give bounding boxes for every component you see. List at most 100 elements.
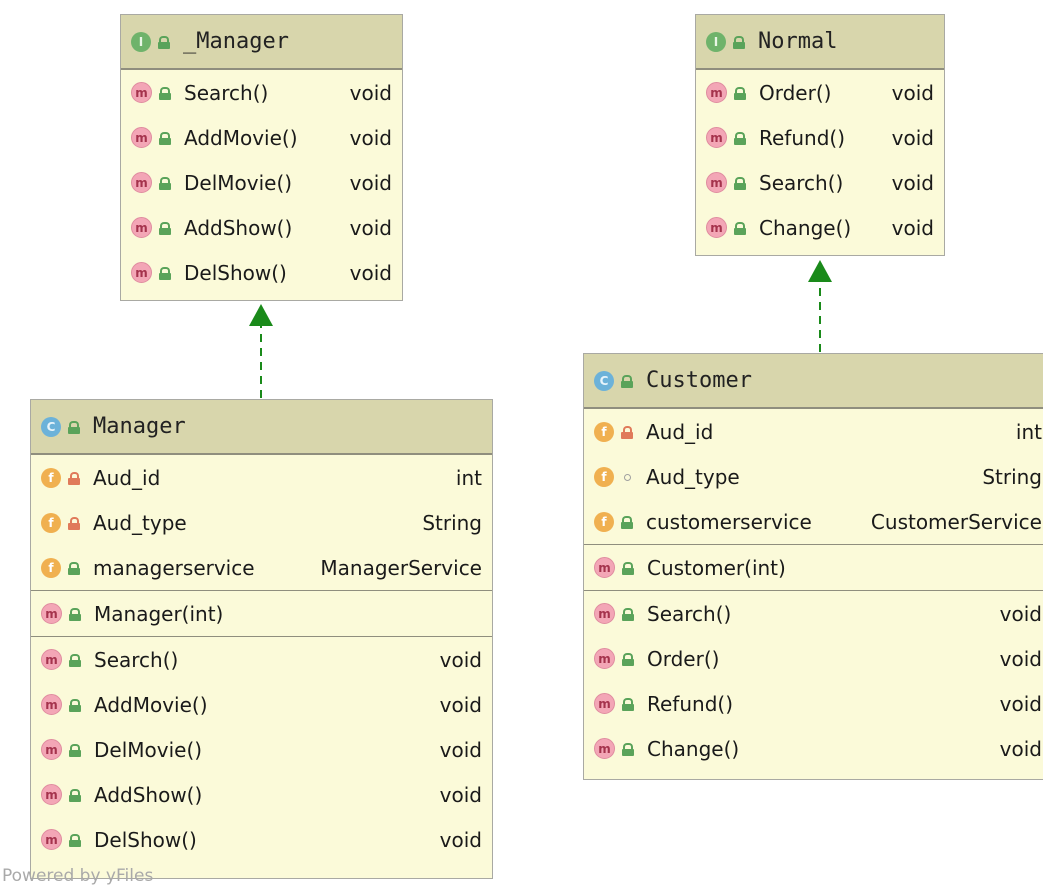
method-row[interactable]: m AddMovie() void — [121, 115, 402, 160]
member-name: Order() — [647, 646, 720, 671]
realization-arrow-customer — [808, 260, 832, 282]
method-row[interactable]: m Order() void — [584, 636, 1043, 681]
member-name: AddMovie() — [94, 692, 208, 717]
member-name: Aud_id — [93, 465, 161, 490]
method-row[interactable]: m Change() void — [696, 205, 944, 250]
member-type: void — [999, 736, 1042, 761]
class-node-manager-interface[interactable]: I _Manager m Search() void m AddMovie() void m… — [120, 14, 403, 301]
field-row[interactable]: f Aud_id int — [31, 455, 492, 500]
member-name: managerservice — [93, 555, 255, 580]
public-lock-icon — [621, 607, 635, 621]
methods-section: m Order() void m Refund() void m Search() void m C… — [696, 69, 944, 250]
class-name: Customer — [646, 368, 752, 393]
member-name: DelShow() — [94, 827, 197, 852]
field-row[interactable]: f Aud_type String — [584, 454, 1043, 499]
public-lock-icon — [620, 374, 634, 388]
public-lock-icon — [158, 86, 172, 100]
method-row[interactable]: m Customer(int) — [584, 545, 1043, 590]
method-row[interactable]: m AddMovie() void — [31, 682, 492, 727]
member-type: void — [349, 125, 392, 150]
method-badge-icon: m — [131, 127, 152, 148]
public-lock-icon — [68, 653, 82, 667]
interface-badge-icon: I — [706, 31, 726, 52]
member-type: ManagerService — [320, 555, 482, 580]
method-badge-icon: m — [131, 217, 152, 238]
member-name: AddShow() — [184, 215, 293, 240]
method-row[interactable]: m DelShow() void — [121, 250, 402, 295]
class-header: I Normal — [696, 15, 944, 69]
methods-section: m Search() void m AddMovie() void m DelMovie() v… — [121, 69, 402, 295]
private-lock-icon — [67, 516, 81, 530]
member-type: CustomerService — [870, 509, 1042, 534]
fields-section: f Aud_id int f Aud_type String f customerservic… — [584, 408, 1043, 544]
member-name: DelShow() — [184, 260, 287, 285]
methods-section: m Search() void m AddMovie() void m DelMovie() v… — [31, 636, 492, 862]
fields-section: f Aud_id int f Aud_type String f managerservice… — [31, 454, 492, 590]
field-row[interactable]: f customerservice CustomerService — [584, 499, 1043, 544]
constructors-section: m Manager(int) — [31, 590, 492, 636]
method-row[interactable]: m DelMovie() void — [31, 727, 492, 772]
method-badge-icon: m — [594, 557, 615, 578]
method-badge-icon: m — [41, 739, 62, 760]
class-node-normal-interface[interactable]: I Normal m Order() void m Refund() void m Searc… — [695, 14, 945, 256]
field-badge-icon: f — [41, 467, 61, 488]
public-lock-icon — [733, 131, 747, 145]
member-type: void — [349, 170, 392, 195]
public-lock-icon — [68, 788, 82, 802]
member-type: void — [999, 646, 1042, 671]
member-type: void — [891, 125, 934, 150]
method-badge-icon: m — [594, 648, 615, 669]
interface-badge-icon: I — [131, 31, 151, 52]
field-row[interactable]: f managerservice ManagerService — [31, 545, 492, 590]
method-row[interactable]: m AddShow() void — [121, 205, 402, 250]
class-node-manager[interactable]: C Manager f Aud_id int f Aud_type String f mana… — [30, 399, 493, 879]
class-name: Manager — [93, 414, 186, 439]
method-row[interactable]: m Order() void — [696, 70, 944, 115]
method-badge-icon: m — [41, 694, 62, 715]
field-row[interactable]: f Aud_id int — [584, 409, 1043, 454]
public-lock-icon — [621, 697, 635, 711]
method-badge-icon: m — [594, 738, 615, 759]
method-row[interactable]: m DelShow() void — [31, 817, 492, 862]
member-name: DelMovie() — [184, 170, 293, 195]
member-name: Change() — [759, 215, 852, 240]
class-name: Normal — [758, 29, 838, 54]
package-dot-icon — [620, 470, 634, 484]
method-badge-icon: m — [41, 649, 62, 670]
method-badge-icon: m — [41, 603, 62, 624]
method-row[interactable]: m Refund() void — [584, 681, 1043, 726]
member-name: DelMovie() — [94, 737, 203, 762]
method-row[interactable]: m Search() void — [696, 160, 944, 205]
method-row[interactable]: m Manager(int) — [31, 591, 492, 636]
public-lock-icon — [158, 221, 172, 235]
member-type: void — [439, 737, 482, 762]
member-type: void — [999, 691, 1042, 716]
member-type: String — [422, 510, 482, 535]
member-name: Change() — [647, 736, 740, 761]
method-row[interactable]: m DelMovie() void — [121, 160, 402, 205]
method-badge-icon: m — [131, 172, 152, 193]
method-badge-icon: m — [131, 82, 152, 103]
class-badge-icon: C — [594, 370, 614, 391]
field-row[interactable]: f Aud_type String — [31, 500, 492, 545]
public-lock-icon — [158, 131, 172, 145]
method-row[interactable]: m Search() void — [31, 637, 492, 682]
method-row[interactable]: m Search() void — [584, 591, 1043, 636]
method-row[interactable]: m Refund() void — [696, 115, 944, 160]
method-row[interactable]: m Search() void — [121, 70, 402, 115]
member-type: void — [891, 215, 934, 240]
class-header: C Customer — [584, 354, 1043, 408]
method-row[interactable]: m Change() void — [584, 726, 1043, 771]
member-name: Refund() — [647, 691, 733, 716]
member-type: void — [891, 80, 934, 105]
member-type: void — [349, 80, 392, 105]
class-name: _Manager — [183, 29, 289, 54]
public-lock-icon — [67, 561, 81, 575]
method-badge-icon: m — [41, 829, 62, 850]
member-type: void — [891, 170, 934, 195]
member-name: AddShow() — [94, 782, 203, 807]
public-lock-icon — [68, 743, 82, 757]
method-badge-icon: m — [131, 262, 152, 283]
class-node-customer[interactable]: C Customer f Aud_id int f Aud_type String f cus… — [583, 353, 1043, 780]
method-row[interactable]: m AddShow() void — [31, 772, 492, 817]
